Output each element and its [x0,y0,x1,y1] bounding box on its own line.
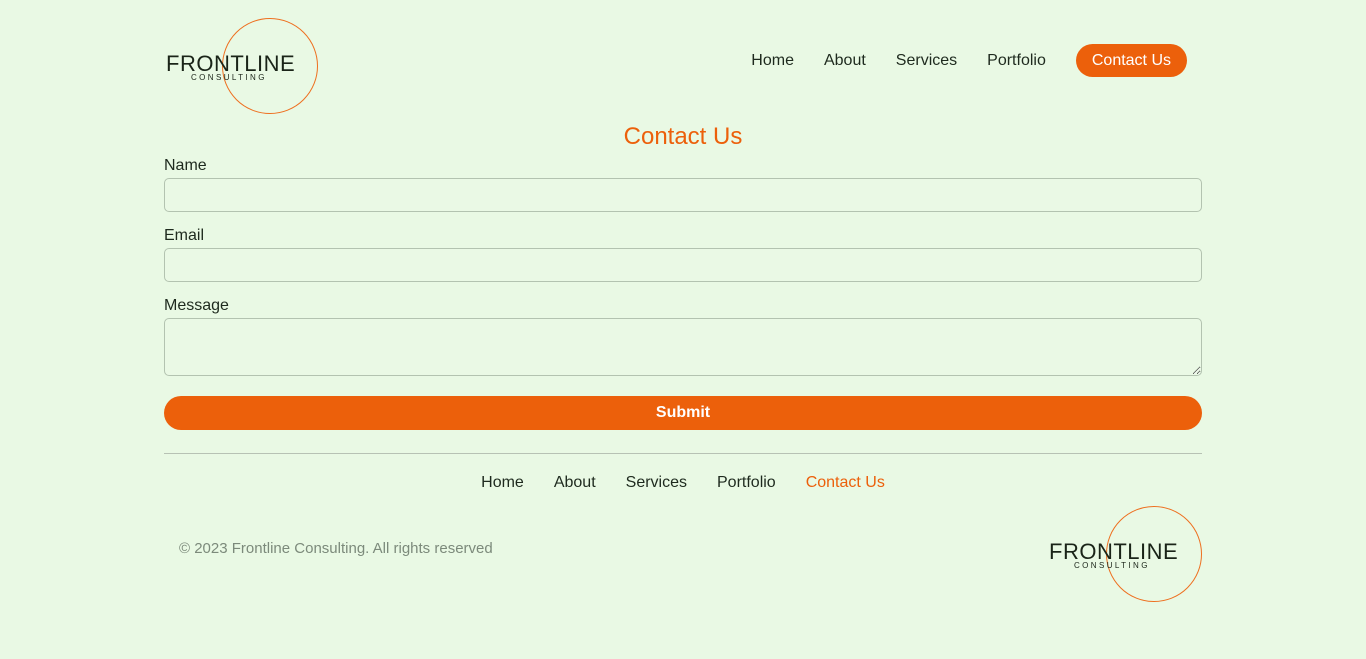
copyright-text: © 2023 Frontline Consulting. All rights … [179,540,493,557]
logo-wordmark: FRONTLINE [166,51,296,76]
logo-wordmark: FRONTLINE [1049,539,1179,564]
footer-divider [164,453,1202,454]
footer-nav-home-link[interactable]: Home [481,472,524,494]
page-title: Contact Us [623,123,743,150]
page: FRONTLINE CONSULTING Home About Services… [0,0,1366,659]
logo-tagline: CONSULTING [191,73,267,82]
footer-nav-portfolio-link[interactable]: Portfolio [717,472,776,494]
nav-portfolio-link[interactable]: Portfolio [987,44,1046,77]
header-nav: Home About Services Portfolio Contact Us [721,44,1187,77]
nav-home-link[interactable]: Home [751,44,794,77]
name-input[interactable] [164,178,1202,212]
footer-nav-about-link[interactable]: About [554,472,596,494]
logo-tagline: CONSULTING [1074,561,1150,570]
contact-us-button[interactable]: Contact Us [1075,44,1187,77]
nav-services-link[interactable]: Services [896,44,957,77]
email-label: Email [164,227,205,244]
footer-nav-contact-link[interactable]: Contact Us [806,472,885,494]
nav-about-link[interactable]: About [824,44,866,77]
header-logo[interactable]: FRONTLINE CONSULTING [166,18,320,114]
submit-button[interactable]: Submit [164,396,1202,430]
footer-logo[interactable]: FRONTLINE CONSULTING [1049,506,1203,602]
footer-nav: Home About Services Portfolio Contact Us [0,472,1366,494]
name-label: Name [164,157,207,174]
email-input[interactable] [164,248,1202,282]
message-label: Message [164,297,229,314]
message-textarea[interactable] [164,318,1202,376]
footer-nav-services-link[interactable]: Services [626,472,687,494]
